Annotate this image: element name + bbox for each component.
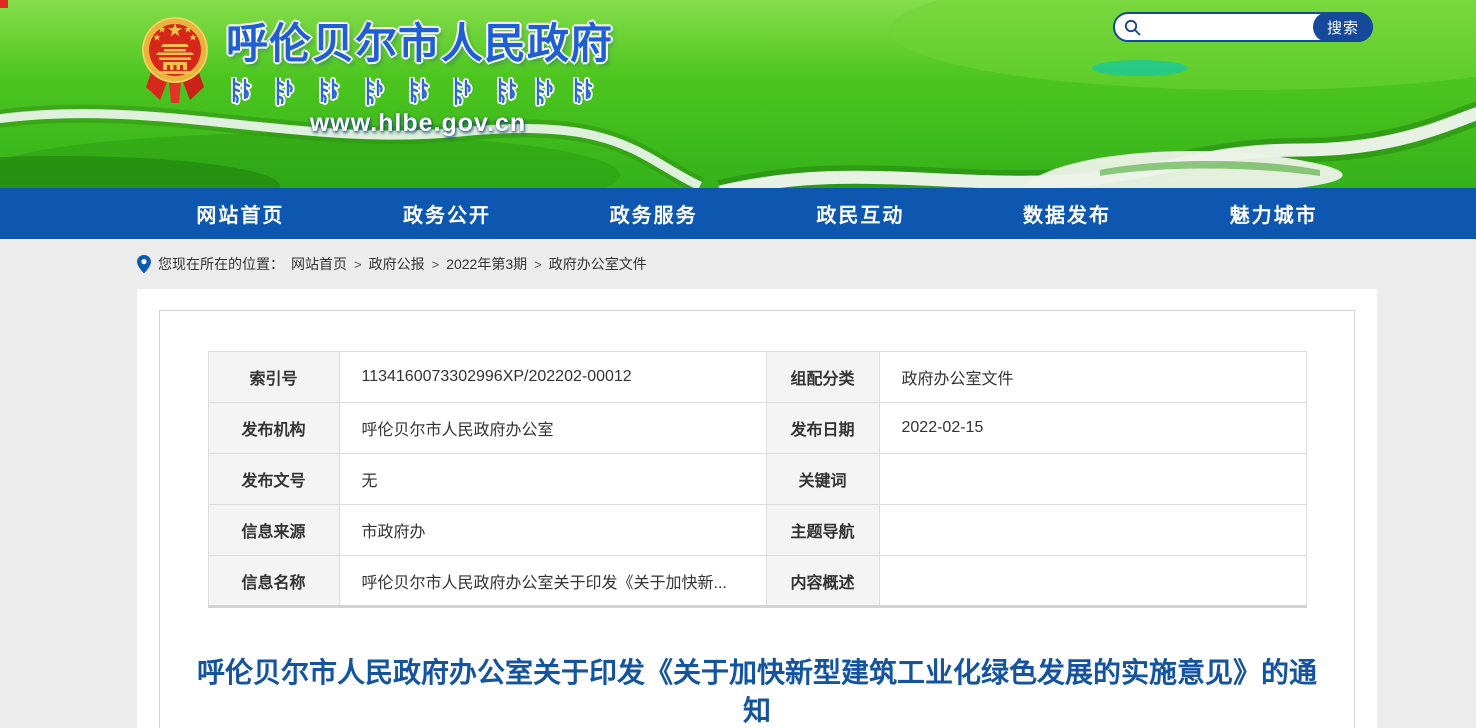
content-card: 索引号 1134160073302996XP/202202-00012 组配分类…: [137, 289, 1377, 728]
breadcrumb-prefix: 您现在所在的位置：: [158, 254, 284, 274]
breadcrumb-item-issue[interactable]: 2022年第3期: [446, 254, 527, 274]
breadcrumb-item-home[interactable]: 网站首页: [291, 254, 347, 274]
table-row: 索引号 1134160073302996XP/202202-00012 组配分类…: [208, 352, 1306, 403]
meta-value-summary: [879, 556, 1306, 607]
breadcrumb: 您现在所在的位置： 网站首页 > 政府公报 > 2022年第3期 > 政府办公室…: [137, 254, 647, 274]
site-title: 呼伦贝尔市人民政府: [226, 10, 610, 71]
meta-label: 内容概述: [766, 556, 879, 607]
meta-value-issuing-agency: 呼伦贝尔市人民政府办公室: [339, 403, 766, 454]
table-row: 发布机构 呼伦贝尔市人民政府办公室 发布日期 2022-02-15: [208, 403, 1306, 454]
meta-value-info-name: 呼伦贝尔市人民政府办公室关于印发《关于加快新...: [339, 556, 766, 607]
site-search: 搜索: [1113, 12, 1373, 42]
map-pin-icon: [137, 255, 151, 274]
breadcrumb-separator: >: [432, 257, 440, 272]
meta-label: 主题导航: [766, 505, 879, 556]
main-nav: 网站首页 政务公开 政务服务 政民互动 数据发布 魅力城市: [0, 188, 1476, 239]
meta-label: 发布日期: [766, 403, 879, 454]
meta-label: 信息名称: [208, 556, 339, 607]
nav-item-gov-service[interactable]: 政务服务: [550, 188, 757, 239]
meta-value-publish-date: 2022-02-15: [879, 403, 1306, 454]
breadcrumb-separator: >: [354, 257, 362, 272]
meta-label: 组配分类: [766, 352, 879, 403]
meta-label: 发布文号: [208, 454, 339, 505]
nav-item-gov-info[interactable]: 政务公开: [344, 188, 551, 239]
meta-value-topic-nav: [879, 505, 1306, 556]
corner-marker: [0, 0, 8, 8]
breadcrumb-item-gazette[interactable]: 政府公报: [369, 254, 425, 274]
nav-item-interaction[interactable]: 政民互动: [757, 188, 964, 239]
search-icon: [1124, 19, 1141, 36]
national-emblem-icon: [140, 10, 210, 105]
main-content: 索引号 1134160073302996XP/202202-00012 组配分类…: [0, 289, 1476, 728]
table-row: 信息名称 呼伦贝尔市人民政府办公室关于印发《关于加快新... 内容概述: [208, 556, 1306, 607]
meta-value-source: 市政府办: [339, 505, 766, 556]
meta-value-doc-number: 无: [339, 454, 766, 505]
meta-label: 关键词: [766, 454, 879, 505]
meta-value-keywords: [879, 454, 1306, 505]
nav-item-city-charm[interactable]: 魅力城市: [1170, 188, 1377, 239]
document-title: 呼伦贝尔市人民政府办公室关于印发《关于加快新型建筑工业化绿色发展的实施意见》的通…: [197, 654, 1317, 728]
site-brand: 呼伦贝尔市人民政府: [140, 10, 610, 138]
document-panel: 索引号 1134160073302996XP/202202-00012 组配分类…: [159, 310, 1355, 728]
meta-label: 索引号: [208, 352, 339, 403]
breadcrumb-item-office-docs[interactable]: 政府办公室文件: [549, 254, 647, 274]
nav-item-data[interactable]: 数据发布: [964, 188, 1171, 239]
mongolian-script-icon: [228, 77, 594, 107]
search-input[interactable]: [1147, 16, 1313, 38]
meta-value-category: 政府办公室文件: [879, 352, 1306, 403]
site-url: www.hlbe.gov.cn: [226, 109, 610, 138]
meta-label: 发布机构: [208, 403, 339, 454]
nav-item-home[interactable]: 网站首页: [137, 188, 344, 239]
breadcrumb-separator: >: [534, 257, 542, 272]
breadcrumb-bar: 您现在所在的位置： 网站首页 > 政府公报 > 2022年第3期 > 政府办公室…: [0, 239, 1476, 289]
document-metadata-table: 索引号 1134160073302996XP/202202-00012 组配分类…: [208, 351, 1307, 608]
search-button[interactable]: 搜索: [1313, 12, 1373, 42]
table-row: 发布文号 无 关键词: [208, 454, 1306, 505]
meta-value-index-number: 1134160073302996XP/202202-00012: [339, 352, 766, 403]
site-banner: 呼伦贝尔市人民政府: [0, 0, 1476, 188]
table-row: 信息来源 市政府办 主题导航: [208, 505, 1306, 556]
brand-text: 呼伦贝尔市人民政府: [226, 10, 610, 138]
meta-label: 信息来源: [208, 505, 339, 556]
